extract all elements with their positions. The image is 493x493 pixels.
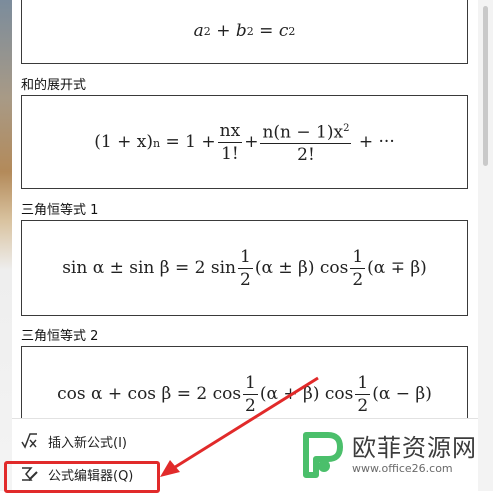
watermark: 欧菲资源网 www.office26.com: [300, 430, 477, 480]
annotation-arrow-icon: [160, 376, 319, 477]
watermark-title: 欧菲资源网: [352, 434, 477, 462]
watermark-logo-icon: [303, 432, 343, 478]
watermark-url: www.office26.com: [352, 462, 453, 475]
